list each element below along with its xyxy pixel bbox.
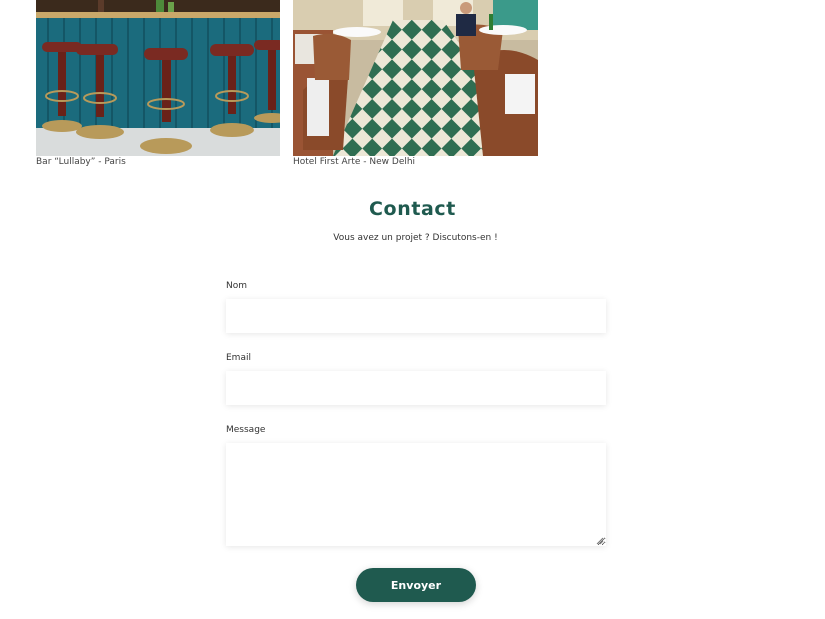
gallery-item-hotel[interactable]: Hotel First Arte - New Delhi <box>293 0 538 167</box>
hotel-photo[interactable] <box>293 0 538 156</box>
contact-title: Contact <box>369 198 456 220</box>
name-label: Nom <box>226 281 248 291</box>
page: Bar “Lullaby” - Paris Hotel First Arte -… <box>0 0 825 619</box>
email-input[interactable] <box>226 371 606 405</box>
message-label: Message <box>226 425 266 435</box>
gallery-caption: Bar “Lullaby” - Paris <box>36 157 126 167</box>
bar-photo[interactable] <box>36 0 280 156</box>
name-input[interactable] <box>226 299 606 333</box>
gallery-item-bar[interactable]: Bar “Lullaby” - Paris <box>36 0 280 167</box>
bar-image <box>36 0 280 156</box>
email-label: Email <box>226 353 251 363</box>
resize-grip-icon[interactable] <box>596 537 604 545</box>
hotel-image <box>293 0 538 156</box>
contact-subtitle: Vous avez un projet ? Discutons-en ! <box>333 233 498 243</box>
gallery-caption: Hotel First Arte - New Delhi <box>293 157 416 167</box>
send-button[interactable]: Envoyer <box>356 568 476 602</box>
message-textarea[interactable] <box>226 443 606 546</box>
